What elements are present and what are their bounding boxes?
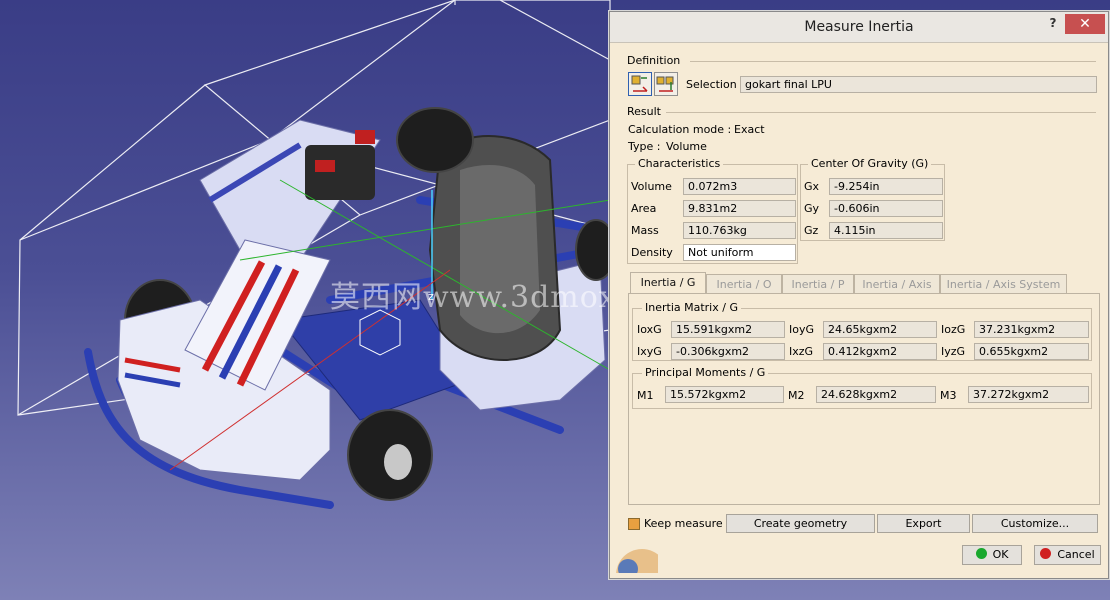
cog-heading: Center Of Gravity (G): [808, 157, 932, 170]
type-value: Volume: [666, 140, 707, 153]
export-button[interactable]: Export: [877, 514, 970, 533]
ioyg-label: IoyG: [789, 323, 815, 336]
tab-inertia-o[interactable]: Inertia / O: [706, 274, 782, 294]
type-label: Type :: [628, 140, 661, 153]
ioxg-label: IoxG: [637, 323, 662, 336]
density-field[interactable]: Not uniform: [683, 244, 796, 261]
mass-field: 110.763kg: [683, 222, 796, 239]
m1-label: M1: [637, 389, 654, 402]
inertia-matrix-heading: Inertia Matrix / G: [642, 301, 741, 314]
density-label: Density: [631, 246, 673, 259]
keep-measure-label: Keep measure: [644, 517, 723, 530]
selection-label: Selection :: [686, 78, 744, 91]
m3-label: M3: [940, 389, 957, 402]
cancel-icon: [1040, 548, 1052, 559]
volume-field: 0.072m3: [683, 178, 796, 195]
volume-label: Volume: [631, 180, 672, 193]
ixzg-field: 0.412kgxm2: [823, 343, 937, 360]
definition-heading: Definition: [627, 54, 681, 67]
tab-inertia-axis[interactable]: Inertia / Axis: [854, 274, 940, 294]
gz-label: Gz: [804, 224, 819, 237]
measure-inertia-dialog: Measure Inertia ? ✕ Definition Selection…: [609, 11, 1109, 579]
area-field: 9.831m2: [683, 200, 796, 217]
gx-field: -9.254in: [829, 178, 943, 195]
result-divider: [666, 112, 1096, 113]
ixyg-field: -0.306kgxm2: [671, 343, 785, 360]
gx-label: Gx: [804, 180, 820, 193]
tab-inertia-p[interactable]: Inertia / P: [782, 274, 854, 294]
m2-label: M2: [788, 389, 805, 402]
cancel-button[interactable]: Cancel: [1034, 545, 1101, 565]
dialog-titlebar[interactable]: Measure Inertia ? ✕: [610, 12, 1108, 43]
tab-inertia-g[interactable]: Inertia / G: [630, 272, 706, 294]
m1-field: 15.572kgxm2: [665, 386, 784, 403]
help-icon[interactable]: ?: [1044, 16, 1062, 34]
ok-label: OK: [992, 548, 1009, 561]
ioxg-field: 15.591kgxm2: [671, 321, 785, 338]
catia-logo-icon: [616, 549, 658, 573]
tab-inertia-axis-system[interactable]: Inertia / Axis System: [940, 274, 1067, 294]
iozg-field: 37.231kgxm2: [974, 321, 1089, 338]
ok-icon: [975, 548, 987, 559]
result-heading: Result: [627, 105, 661, 118]
customize-button[interactable]: Customize...: [972, 514, 1098, 533]
area-label: Area: [631, 202, 657, 215]
gy-label: Gy: [804, 202, 820, 215]
measure-axis-icon[interactable]: [654, 72, 678, 96]
iyzg-label: IyzG: [941, 345, 966, 358]
mass-label: Mass: [631, 224, 659, 237]
selection-field[interactable]: gokart final LPU: [740, 76, 1097, 93]
measure-item-icon[interactable]: [628, 72, 652, 96]
gz-field: 4.115in: [829, 222, 943, 239]
create-geometry-button[interactable]: Create geometry: [726, 514, 875, 533]
close-icon[interactable]: ✕: [1065, 14, 1105, 34]
iozg-label: IozG: [941, 323, 966, 336]
dialog-title: Measure Inertia: [804, 19, 914, 35]
cancel-label: Cancel: [1057, 548, 1095, 561]
calc-mode-value: Exact: [734, 123, 765, 136]
calc-mode-label: Calculation mode :: [628, 123, 732, 136]
principal-moments-heading: Principal Moments / G: [642, 366, 769, 379]
gy-field: -0.606in: [829, 200, 943, 217]
ioyg-field: 24.65kgxm2: [823, 321, 937, 338]
m2-field: 24.628kgxm2: [816, 386, 936, 403]
iyzg-field: 0.655kgxm2: [974, 343, 1089, 360]
characteristics-heading: Characteristics: [635, 157, 724, 170]
definition-divider: [690, 61, 1096, 62]
m3-field: 37.272kgxm2: [968, 386, 1089, 403]
ok-button[interactable]: OK: [962, 545, 1022, 565]
keep-measure-checkbox[interactable]: [628, 518, 640, 530]
ixzg-label: IxzG: [789, 345, 814, 358]
ixyg-label: IxyG: [637, 345, 662, 358]
